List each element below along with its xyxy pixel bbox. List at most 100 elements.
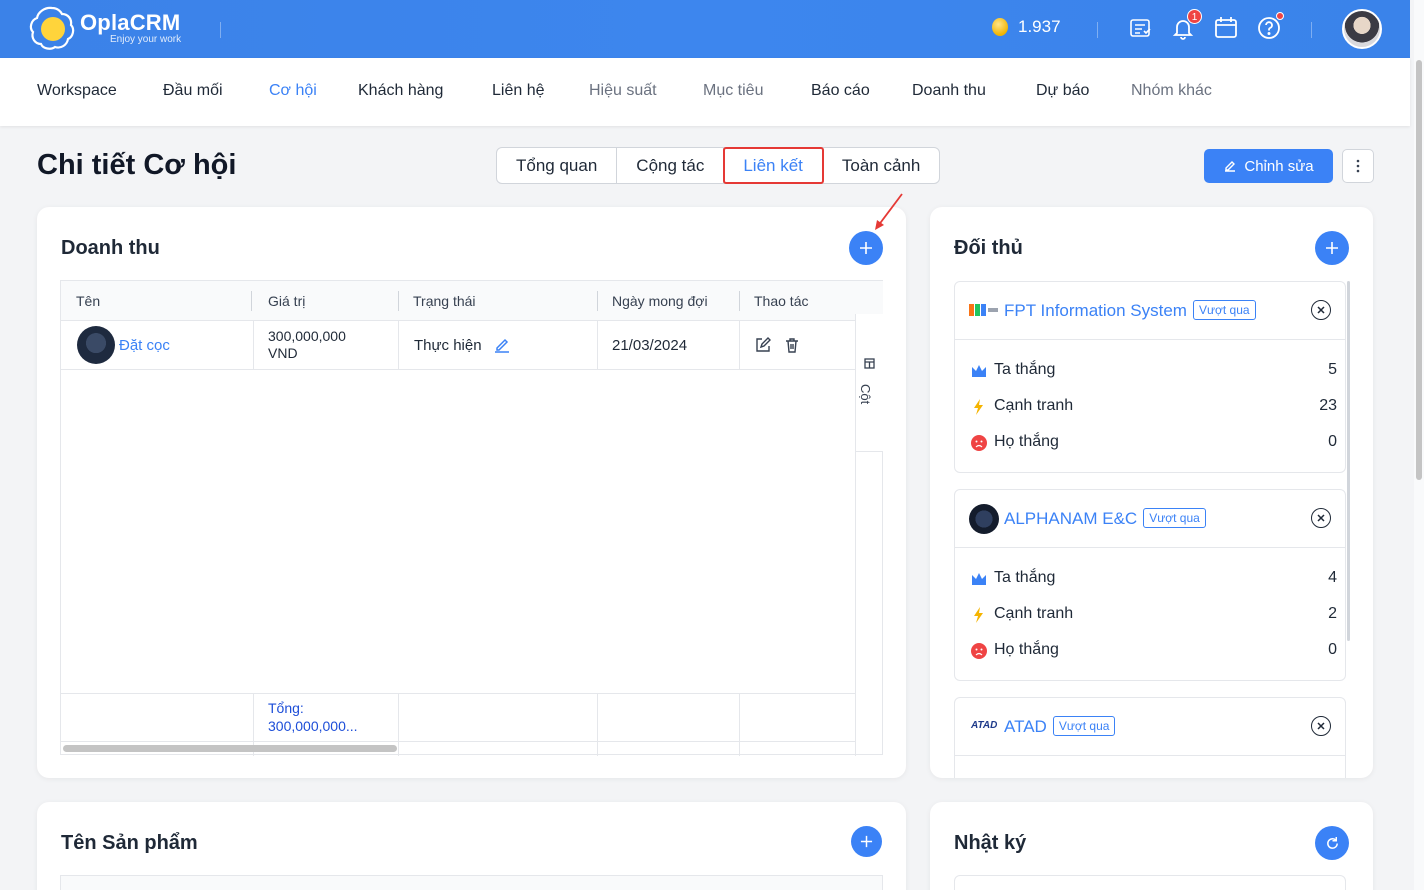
- cell-divider: [597, 693, 598, 756]
- products-table-header: [60, 875, 883, 890]
- table-icon: [864, 358, 875, 369]
- nav-leads[interactable]: Đầu mối: [163, 82, 223, 100]
- delete-row-icon[interactable]: [783, 336, 801, 354]
- header-divider: [220, 22, 221, 38]
- competitor-name[interactable]: ATAD: [1004, 717, 1047, 736]
- coin-balance[interactable]: 1.937: [992, 17, 1061, 37]
- competitor-name-link[interactable]: ATAD Vượt qua: [1004, 716, 1116, 737]
- nav-revenue[interactable]: Doanh thu: [912, 82, 986, 100]
- close-icon: [1317, 722, 1325, 730]
- app-logo[interactable]: OplaCRM Enjoy your work: [28, 4, 181, 52]
- log-title: Nhật ký: [954, 832, 1027, 854]
- col-header-date[interactable]: Ngày mong đợi: [597, 281, 739, 321]
- stat-label: Họ thắng: [994, 641, 1059, 658]
- columns-toggle[interactable]: Cột: [855, 314, 883, 452]
- header-divider: [1097, 22, 1098, 38]
- table-horizontal-scrollbar[interactable]: [63, 745, 397, 752]
- nav-contacts[interactable]: Liên hệ: [492, 82, 545, 100]
- remove-competitor-button[interactable]: [1311, 716, 1331, 736]
- checklist-icon[interactable]: [1126, 14, 1154, 42]
- revenue-avatar: [77, 326, 115, 364]
- competitor-name-link[interactable]: ALPHANAM E&C Vượt qua: [1004, 508, 1206, 529]
- header-separator: [251, 291, 252, 311]
- plus-icon: [860, 835, 873, 848]
- tab-collaboration[interactable]: Cộng tác: [617, 148, 725, 183]
- nav-customers[interactable]: Khách hàng: [358, 82, 443, 100]
- nav-forecast[interactable]: Dự báo: [1036, 82, 1089, 100]
- coin-icon: [992, 18, 1008, 36]
- tab-links[interactable]: Liên kết: [723, 147, 824, 184]
- competitor-item: ALPHANAM E&C Vượt qua Ta thắng 4 Cạnh tra…: [954, 489, 1346, 681]
- col-header-actions[interactable]: Thao tác: [739, 281, 855, 321]
- stat-win: Ta thắng 4: [971, 567, 1337, 591]
- log-entry: [954, 875, 1346, 890]
- nav-workspace[interactable]: Workspace: [37, 82, 117, 100]
- stat-value: 4: [1328, 569, 1337, 586]
- cell-divider: [597, 321, 598, 370]
- annotation-arrow-icon: [875, 193, 903, 230]
- col-header-value[interactable]: Giá trị: [253, 281, 398, 321]
- nav-opportunities[interactable]: Cơ hội: [269, 82, 317, 100]
- scroll-row-divider: [61, 741, 855, 742]
- competitor-name[interactable]: FPT Information System: [1004, 301, 1187, 320]
- sad-face-icon: [971, 643, 987, 659]
- cell-divider: [739, 321, 740, 370]
- page-scrollbar[interactable]: [1414, 0, 1424, 890]
- plus-icon: [1326, 242, 1338, 254]
- notification-badge: 1: [1187, 9, 1202, 24]
- competitor-name-link[interactable]: FPT Information System Vượt qua: [1004, 300, 1256, 321]
- calendar-icon[interactable]: [1212, 14, 1240, 42]
- more-options-button[interactable]: [1342, 149, 1374, 183]
- remove-competitor-button[interactable]: [1311, 300, 1331, 320]
- edit-status-icon[interactable]: [493, 336, 511, 354]
- edit-button[interactable]: Chỉnh sửa: [1204, 149, 1333, 183]
- lightning-icon: [974, 399, 983, 415]
- cell-divider: [739, 693, 740, 756]
- stat-label: Họ thắng: [994, 433, 1059, 450]
- coin-value: 1.937: [1018, 17, 1061, 36]
- col-header-name[interactable]: Tên: [61, 281, 253, 321]
- competitors-scrollbar[interactable]: [1347, 281, 1350, 641]
- alphanam-logo-icon: [969, 504, 999, 534]
- status-tag: Vượt qua: [1192, 300, 1256, 320]
- status-tag: Vượt qua: [1143, 508, 1206, 528]
- main-nav: Workspace Đầu mối Cơ hội Khách hàng Liên…: [0, 58, 1410, 126]
- header-separator: [398, 291, 399, 311]
- revenue-name-link[interactable]: Đặt cọc: [119, 337, 170, 354]
- stat-value: 2: [1328, 605, 1337, 622]
- tab-full-view[interactable]: Toàn cảnh: [823, 148, 939, 183]
- app-name: OplaCRM: [80, 10, 181, 35]
- user-avatar[interactable]: [1342, 9, 1382, 49]
- total-value: 300,000,000...: [268, 718, 358, 734]
- add-product-button[interactable]: [851, 826, 882, 857]
- revenue-title: Doanh thu: [61, 237, 160, 259]
- competitor-name[interactable]: ALPHANAM E&C: [1004, 509, 1137, 528]
- stat-lose: Họ thắng 0: [971, 639, 1337, 663]
- refresh-log-button[interactable]: [1315, 826, 1349, 860]
- tab-overview[interactable]: Tổng quan: [497, 148, 618, 183]
- competitor-item: ATAD ATAD Vượt qua: [954, 697, 1346, 778]
- stat-label: Ta thắng: [994, 361, 1056, 378]
- crown-icon: [972, 573, 986, 585]
- pencil-icon: [1225, 161, 1236, 172]
- add-competitor-button[interactable]: [1315, 231, 1349, 265]
- col-header-status[interactable]: Trạng thái: [398, 281, 597, 321]
- page-scroll-thumb[interactable]: [1416, 60, 1422, 480]
- nav-goals[interactable]: Mục tiêu: [703, 82, 763, 100]
- nav-performance[interactable]: Hiệu suất: [589, 82, 657, 100]
- nav-reports[interactable]: Báo cáo: [811, 82, 870, 100]
- nav-other-groups[interactable]: Nhóm khác: [1131, 82, 1212, 100]
- add-revenue-button[interactable]: [849, 231, 883, 265]
- total-row-divider: [61, 693, 855, 694]
- stat-value: 0: [1328, 433, 1337, 450]
- sad-face-icon: [971, 435, 987, 451]
- page-title: Chi tiết Cơ hội: [37, 149, 237, 181]
- atad-logo-icon: ATAD: [971, 720, 998, 731]
- edit-row-icon[interactable]: [754, 336, 772, 354]
- stat-label: Ta thắng: [994, 569, 1056, 586]
- remove-competitor-button[interactable]: [1311, 508, 1331, 528]
- revenue-status: Thực hiện: [414, 337, 482, 354]
- revenue-card: Doanh thu Tên Giá trị Trạng thái Ngày mo…: [37, 207, 906, 778]
- close-icon: [1317, 514, 1325, 522]
- more-vertical-icon: [1356, 159, 1360, 173]
